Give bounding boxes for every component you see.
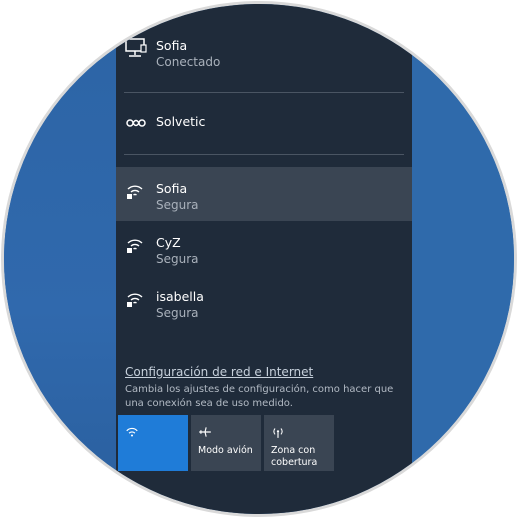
- wifi-secure-icon: [124, 179, 148, 203]
- divider: [124, 92, 404, 93]
- airplane-mode-tile[interactable]: Modo avión: [191, 415, 261, 471]
- network-item-vpn[interactable]: Solvetic: [116, 100, 412, 144]
- desktop-background-right: [412, 4, 514, 514]
- network-item-ethernet[interactable]: Sofia Conectado: [116, 24, 412, 78]
- network-name: Solvetic: [156, 114, 206, 129]
- desktop-background: [4, 4, 116, 514]
- network-flyout: Sofia Conectado Solvetic Sofia Segura Cy…: [116, 4, 412, 514]
- network-status: Conectado: [156, 55, 221, 69]
- network-settings-link[interactable]: Configuración de red e Internet: [125, 365, 313, 379]
- wifi-secure-icon: [124, 287, 148, 311]
- network-name: CyZ: [156, 235, 181, 250]
- screenshot-frame: Sofia Conectado Solvetic Sofia Segura Cy…: [4, 4, 514, 514]
- hotspot-icon: [271, 424, 285, 438]
- ethernet-monitor-icon: [124, 36, 148, 60]
- mobile-hotspot-tile[interactable]: Zona con cobertura: [264, 415, 334, 471]
- network-settings-description: Cambia los ajustes de configuración, com…: [125, 384, 394, 409]
- wifi-icon: [125, 424, 139, 438]
- airplane-icon: [198, 424, 212, 438]
- vpn-link-icon: [124, 112, 148, 136]
- network-name: Sofia: [156, 181, 188, 196]
- wifi-secure-icon: [124, 233, 148, 257]
- tile-label: Modo avión: [198, 445, 253, 456]
- network-item-wifi[interactable]: Sofia Segura: [116, 167, 412, 221]
- network-item-wifi[interactable]: CyZ Segura: [116, 221, 412, 275]
- wifi-toggle-tile[interactable]: [118, 415, 188, 471]
- network-status: Segura: [156, 306, 199, 320]
- tile-label: Zona con cobertura: [271, 445, 318, 468]
- divider: [124, 154, 404, 155]
- network-status: Segura: [156, 252, 199, 266]
- network-name: Sofia: [156, 38, 188, 53]
- network-status: Segura: [156, 198, 199, 212]
- network-name: isabella: [156, 289, 204, 304]
- network-item-wifi[interactable]: isabella Segura: [116, 275, 412, 329]
